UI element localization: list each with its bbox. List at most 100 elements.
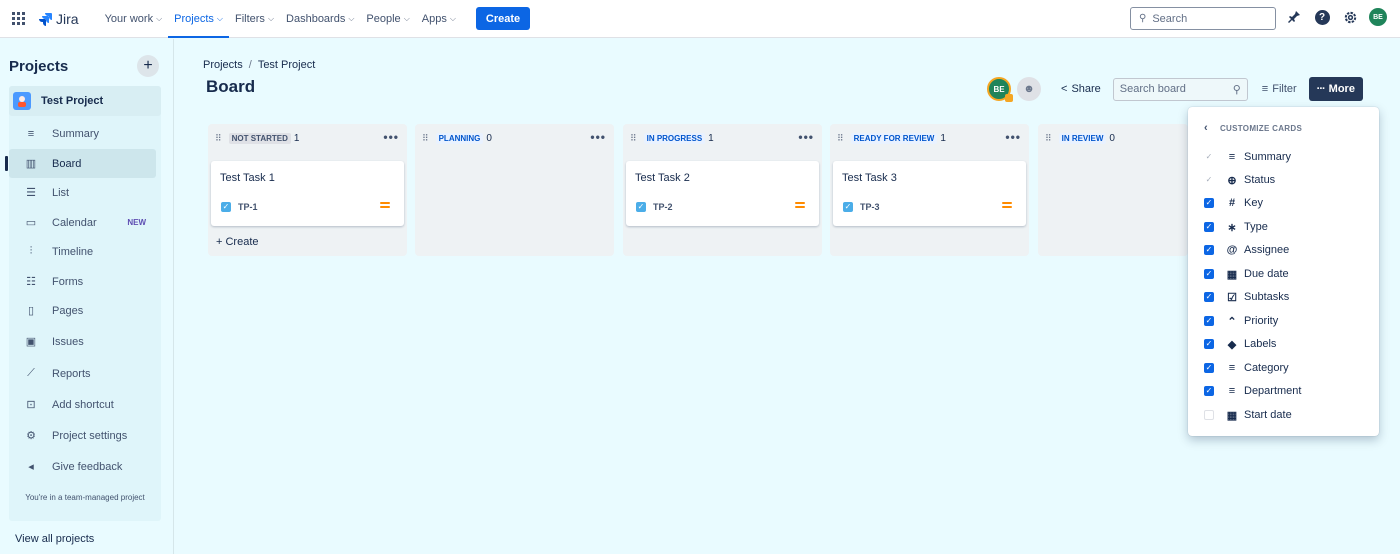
sidebar-item-label: List: [52, 186, 70, 199]
assignee-avatar[interactable]: BE: [987, 77, 1013, 102]
sidebar-item-issues[interactable]: ▣ Issues: [9, 327, 156, 356]
help-icon[interactable]: ?: [1313, 8, 1331, 26]
sidebar-item-calendar[interactable]: ▭ Calendar NEW: [9, 208, 156, 237]
breadcrumb-projects[interactable]: Projects: [203, 59, 243, 71]
more-button[interactable]: ··· More: [1308, 77, 1363, 101]
checkbox-checked[interactable]: ✓: [1204, 269, 1214, 279]
drag-handle-icon[interactable]: ⠿: [630, 133, 637, 144]
sidebar-item-label: Summary: [52, 127, 100, 140]
drag-handle-icon[interactable]: ⠿: [837, 133, 844, 144]
checkbox-checked[interactable]: ✓: [1204, 316, 1214, 326]
create-button[interactable]: Create: [475, 7, 531, 30]
option-labels[interactable]: ✓ ◆ Labels: [1204, 335, 1374, 353]
filter-button[interactable]: ≡ Filter: [1262, 83, 1297, 95]
global-search-input[interactable]: ⚲ Search: [1130, 7, 1276, 30]
option-priority[interactable]: ✓ ⌃ Priority: [1204, 312, 1374, 330]
card-key[interactable]: TP-3: [860, 202, 880, 212]
checkbox-checked[interactable]: ✓: [1204, 222, 1214, 232]
sidebar-item-project-settings[interactable]: ⚙ Project settings: [9, 421, 156, 450]
sidebar-item-board[interactable]: ▥ Board: [5, 149, 156, 178]
board-search-input[interactable]: Search board ⚲: [1112, 77, 1248, 101]
column-menu-icon[interactable]: •••: [383, 130, 399, 144]
checkbox-checked[interactable]: ✓: [1204, 198, 1214, 208]
sidebar-item-timeline[interactable]: ⫶ Timeline: [9, 237, 156, 266]
card-key[interactable]: TP-2: [653, 202, 673, 212]
column-status-badge: IN REVIEW: [1058, 133, 1107, 144]
checkbox-checked[interactable]: ✓: [1204, 292, 1214, 302]
sidebar-item-summary[interactable]: ≡ Summary: [9, 119, 156, 148]
sidebar-item-list[interactable]: ☰ List: [9, 178, 156, 207]
card-key[interactable]: TP-1: [238, 202, 258, 212]
column-menu-icon[interactable]: •••: [798, 130, 814, 144]
top-right-icons: ? BE: [1285, 8, 1387, 26]
add-people-button[interactable]: ☻: [1017, 77, 1041, 101]
jira-logo[interactable]: Jira: [38, 11, 79, 27]
app-switcher-icon[interactable]: [12, 11, 26, 26]
nav-dashboards[interactable]: Dashboards ⌵: [280, 0, 360, 38]
nav-apps[interactable]: Apps ⌵: [416, 0, 462, 38]
share-button[interactable]: < Share: [1061, 83, 1101, 95]
nav-your-work[interactable]: Your work ⌵: [99, 0, 169, 38]
checkbox-checked[interactable]: ✓: [1204, 339, 1214, 349]
search-icon: ⚲: [1232, 83, 1241, 96]
chevron-down-icon: ⌵: [267, 13, 275, 23]
option-key[interactable]: ✓ # Key: [1204, 194, 1374, 212]
new-badge: NEW: [127, 218, 146, 227]
option-department[interactable]: ✓ ≡ Department: [1204, 382, 1374, 400]
user-avatar[interactable]: BE: [1369, 8, 1387, 26]
sidebar-item-label: Forms: [52, 275, 84, 288]
add-project-button[interactable]: +: [137, 55, 159, 77]
sidebar-item-label: Board: [52, 157, 82, 170]
back-chevron-icon[interactable]: ‹: [1204, 122, 1208, 134]
option-subtasks[interactable]: ✓ ☑ Subtasks: [1204, 288, 1374, 306]
project-sidebar: Projects + Test Project ≡ Summary ▥ Board …: [0, 39, 174, 554]
chevron-down-icon: ⌵: [348, 13, 355, 23]
chevron-down-icon: ⌵: [156, 13, 163, 23]
option-type[interactable]: ✓ ∗ Type: [1204, 218, 1374, 236]
checkbox-unchecked[interactable]: [1204, 410, 1214, 420]
view-all-projects-link[interactable]: View all projects: [15, 533, 94, 545]
drag-handle-icon[interactable]: ⠿: [215, 133, 222, 144]
issue-card[interactable]: Test Task 1 ✓ TP-1: [211, 161, 404, 226]
nav-filters[interactable]: Filters ⌵: [229, 0, 280, 38]
option-start-date[interactable]: ▦ Start date: [1204, 406, 1374, 424]
sidebar-item-forms[interactable]: ☷ Forms: [9, 267, 156, 296]
drag-handle-icon[interactable]: ⠿: [1045, 133, 1052, 144]
breadcrumb: Projects / Test Project: [203, 59, 315, 71]
checkbox-checked[interactable]: ✓: [1204, 363, 1214, 373]
sidebar-item-add-shortcut[interactable]: ⊡ Add shortcut: [9, 390, 156, 419]
sidebar-item-pages[interactable]: ▯ Pages: [9, 296, 156, 325]
column-menu-icon[interactable]: •••: [1005, 130, 1021, 144]
nav-projects[interactable]: Projects ⌵: [168, 0, 229, 38]
sidebar-item-reports[interactable]: ⟋ Reports: [9, 359, 156, 388]
checkbox-checked[interactable]: ✓: [1204, 386, 1214, 396]
nav-people[interactable]: People ⌵: [360, 0, 415, 38]
current-project[interactable]: Test Project: [9, 86, 161, 116]
option-due-date[interactable]: ✓ ▦ Due date: [1204, 265, 1374, 283]
task-type-icon: ✓: [843, 202, 853, 212]
breadcrumb-current[interactable]: Test Project: [258, 59, 315, 71]
column-menu-icon[interactable]: •••: [590, 130, 606, 144]
option-label: Due date: [1244, 268, 1289, 280]
option-label: Start date: [1244, 409, 1292, 421]
reports-icon: ⟋: [27, 367, 35, 379]
option-assignee[interactable]: ✓ @ Assignee: [1204, 241, 1374, 259]
checkbox-checked[interactable]: ✓: [1204, 245, 1214, 255]
page-title: Board: [206, 77, 256, 96]
create-issue-label: Create: [225, 236, 259, 248]
issue-card[interactable]: Test Task 3 ✓ TP-3: [833, 161, 1026, 226]
status-icon: ⊕: [1227, 174, 1237, 187]
create-issue-button[interactable]: + Create: [216, 236, 259, 248]
task-type-icon: ✓: [221, 202, 231, 212]
sidebar-item-give-feedback[interactable]: ◂ Give feedback: [9, 452, 156, 481]
category-icon: ≡: [1228, 362, 1236, 374]
settings-icon[interactable]: [1341, 8, 1359, 26]
drag-handle-icon[interactable]: ⠿: [422, 133, 429, 144]
option-category[interactable]: ✓ ≡ Category: [1204, 359, 1374, 377]
notifications-icon[interactable]: [1285, 8, 1303, 26]
issue-card[interactable]: Test Task 2 ✓ TP-2: [626, 161, 819, 226]
settings-icon: ⚙: [26, 430, 36, 442]
search-icon: ⚲: [1139, 13, 1147, 24]
summary-icon: ≡: [27, 127, 35, 140]
chevron-down-icon: ⌵: [216, 13, 223, 23]
